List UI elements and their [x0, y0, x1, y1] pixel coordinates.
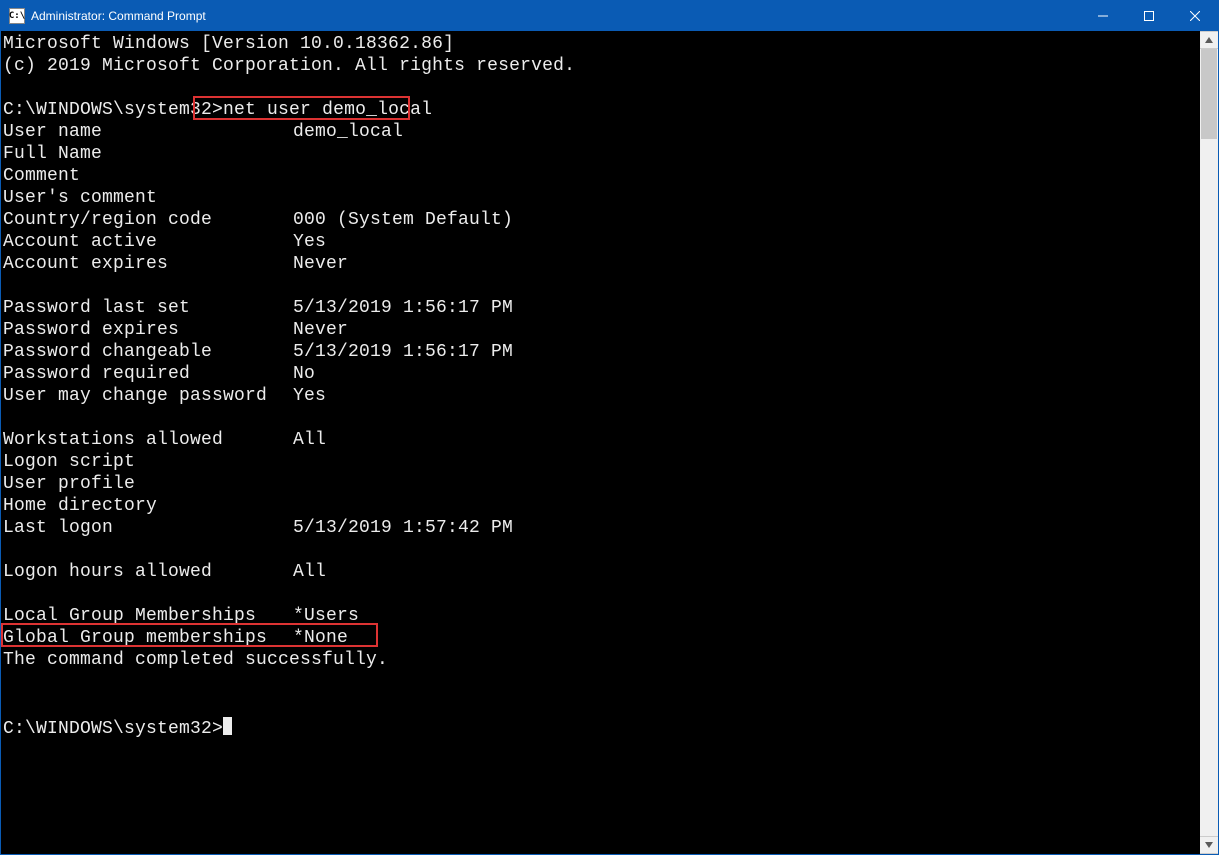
field-value: All: [293, 430, 326, 450]
field-label: Password required: [3, 363, 293, 385]
field-label: User profile: [3, 473, 293, 495]
titlebar[interactable]: C:\ Administrator: Command Prompt: [1, 1, 1218, 31]
header-line-1: Microsoft Windows [Version 10.0.18362.86…: [3, 33, 1200, 55]
field-value: ‎5/‎13/‎2019 1:56:17 PM: [293, 342, 513, 362]
scroll-track[interactable]: [1200, 49, 1218, 836]
field-value: ‎5/‎13/‎2019 1:56:17 PM: [293, 298, 513, 318]
field-label: Workstations allowed: [3, 429, 293, 451]
field-value: *None: [293, 628, 348, 648]
vertical-scrollbar[interactable]: [1200, 31, 1218, 854]
minimize-button[interactable]: [1080, 1, 1126, 31]
window-title: Administrator: Command Prompt: [31, 9, 1080, 23]
scroll-thumb[interactable]: [1201, 49, 1217, 139]
command-prompt-window: C:\ Administrator: Command Prompt Micros…: [0, 0, 1219, 855]
scroll-down-button[interactable]: [1200, 836, 1218, 854]
cmd-icon: C:\: [9, 8, 25, 24]
field-value: Yes: [293, 386, 326, 406]
field-label: Comment: [3, 165, 293, 187]
window-controls: [1080, 1, 1218, 31]
terminal-output[interactable]: Microsoft Windows [Version 10.0.18362.86…: [1, 31, 1200, 854]
field-value: demo_local: [293, 122, 403, 142]
cursor-icon: [223, 717, 232, 735]
field-label: Full Name: [3, 143, 293, 165]
scroll-up-button[interactable]: [1200, 31, 1218, 49]
field-label: Logon hours allowed: [3, 561, 293, 583]
field-label: Account expires: [3, 253, 293, 275]
field-label: User's comment: [3, 187, 293, 209]
field-value: All: [293, 562, 326, 582]
field-value: Yes: [293, 232, 326, 252]
field-label: Account active: [3, 231, 293, 253]
client-area: Microsoft Windows [Version 10.0.18362.86…: [1, 31, 1218, 854]
header-line-2: (c) 2019 Microsoft Corporation. All righ…: [3, 55, 1200, 77]
maximize-button[interactable]: [1126, 1, 1172, 31]
field-value: No: [293, 364, 315, 384]
field-value: ‎5/‎13/‎2019 1:57:42 PM: [293, 518, 513, 538]
field-label: Last logon: [3, 517, 293, 539]
prompt-path: C:\WINDOWS\system32>: [3, 100, 223, 120]
success-message: The command completed successfully.: [3, 649, 1200, 671]
close-button[interactable]: [1172, 1, 1218, 31]
field-label: Password last set: [3, 297, 293, 319]
field-value: *Users: [293, 606, 359, 626]
field-label: Global Group memberships: [3, 627, 293, 649]
field-label: Logon script: [3, 451, 293, 473]
field-value: 000 (System Default): [293, 210, 513, 230]
prompt-path: C:\WINDOWS\system32>: [3, 719, 223, 739]
field-value: Never: [293, 320, 348, 340]
entered-command: net user demo_local: [223, 100, 432, 120]
field-label: Password changeable: [3, 341, 293, 363]
field-label: Country/region code: [3, 209, 293, 231]
field-label: Home directory: [3, 495, 293, 517]
field-label: User may change password: [3, 385, 293, 407]
field-value: Never: [293, 254, 348, 274]
field-label: User name: [3, 121, 293, 143]
field-label: Local Group Memberships: [3, 605, 293, 627]
field-label: Password expires: [3, 319, 293, 341]
